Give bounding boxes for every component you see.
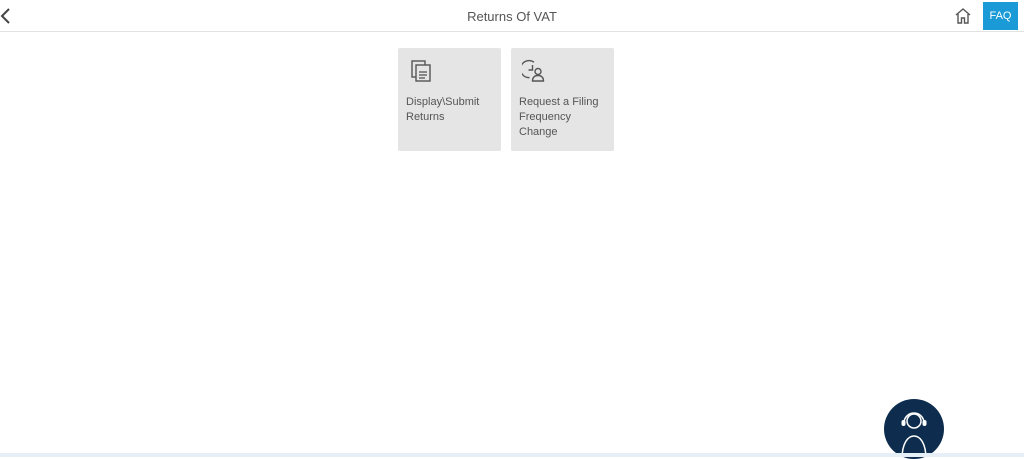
- faq-button[interactable]: FAQ: [983, 2, 1018, 30]
- tile-label: Request a Filing Frequency Change: [519, 95, 608, 140]
- chevron-left-icon: [0, 6, 14, 26]
- back-button[interactable]: [0, 6, 14, 26]
- virtual-assistant-button[interactable]: [884, 399, 944, 459]
- request-filing-frequency-change-tile[interactable]: Request a Filing Frequency Change: [511, 48, 614, 151]
- top-header: Returns Of VAT FAQ: [0, 0, 1024, 32]
- support-agent-icon: [884, 399, 944, 459]
- tile-label: Display\Submit Returns: [406, 95, 495, 125]
- display-submit-returns-tile[interactable]: Display\Submit Returns: [398, 48, 501, 151]
- clock-user-icon: [522, 59, 546, 83]
- page-title: Returns Of VAT: [0, 9, 1024, 24]
- home-button[interactable]: [953, 6, 973, 26]
- home-icon: [953, 6, 973, 26]
- documents-icon: [409, 59, 433, 83]
- footer-bar: [0, 453, 1024, 457]
- service-tiles: Display\Submit Returns Request a Filing …: [398, 48, 614, 151]
